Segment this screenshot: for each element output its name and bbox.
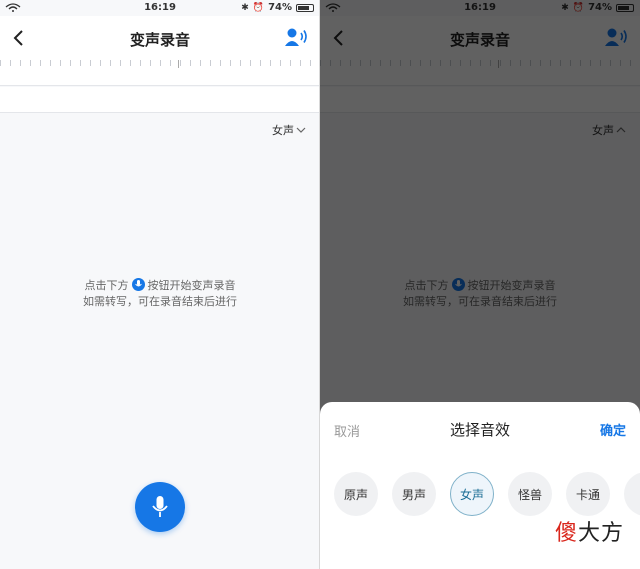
recording-screen: 16:19 ✱ ⏰ 74% 变声录音 女声 点击下方 按钮开始变声录音 如需转写，… (0, 0, 320, 569)
battery-percent: 74% (268, 2, 292, 13)
page-title: 变声录音 (129, 31, 190, 49)
sheet-title: 选择音效 (449, 421, 510, 439)
voice-effect-picker-screen: 16:19 ✱ ⏰ 74% 变声录音 女声 点击下方按钮开始变声录音 如需转写，… (320, 0, 640, 569)
recording-hint: 点击下方按钮开始变声录音 如需转写，可在录音结束后进行 (83, 278, 237, 308)
microphone-icon (131, 278, 145, 291)
confirm-button[interactable]: 确定 (600, 420, 626, 439)
voice-effect-options: 原声男声女声怪兽卡通混 (334, 472, 640, 516)
microphone-icon (152, 496, 168, 517)
watermark: 傻大方 (554, 521, 624, 546)
status-bar: 16:19 ✱ ⏰ 74% (0, 0, 320, 16)
voice-option[interactable]: 男声 (392, 472, 436, 516)
voice-option[interactable]: 卡通 (566, 472, 610, 516)
voice-effect-selector[interactable]: 女声 (272, 122, 306, 138)
voice-option[interactable]: 女声 (450, 472, 494, 516)
speaker-person-icon[interactable] (284, 27, 308, 47)
voice-option[interactable]: 怪兽 (508, 472, 552, 516)
battery-icon (296, 3, 314, 12)
voice-effect-label: 女声 (272, 124, 294, 137)
nav-bar: 变声录音 (0, 16, 320, 60)
chevron-down-icon (296, 127, 306, 133)
record-button[interactable] (135, 482, 185, 532)
waveform-ruler (0, 60, 320, 86)
voice-option[interactable]: 原声 (334, 472, 378, 516)
waveform-area (0, 87, 320, 113)
voice-option[interactable]: 混 (624, 472, 640, 516)
alarm-icon: ⏰ (252, 2, 265, 13)
bluetooth-icon: ✱ (241, 2, 249, 13)
